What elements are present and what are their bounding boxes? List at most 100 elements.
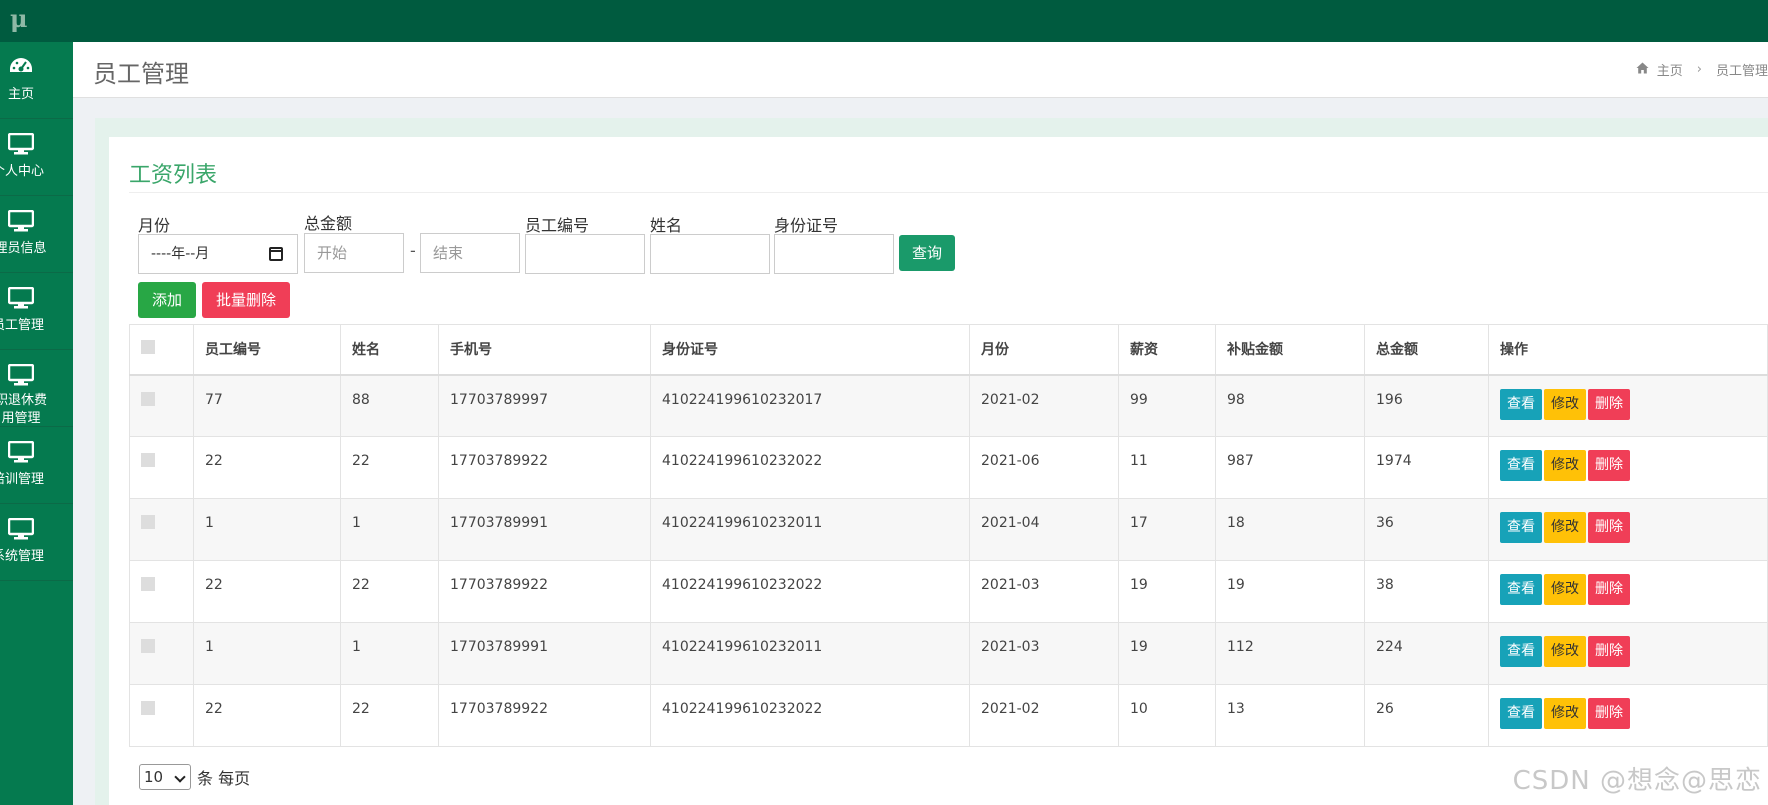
table-cell: 410224199610232017	[650, 374, 970, 437]
view-button[interactable]: 查看	[1500, 512, 1542, 543]
table-row: 77 88 17703789997 410224199610232017 2021-02…	[129, 374, 1768, 437]
id-number-input[interactable]	[774, 234, 894, 274]
table-row: 1 1 17703789991 410224199610232011 2021-03 19…	[129, 622, 1768, 685]
table-cell: 2021-06	[969, 436, 1119, 499]
salary-list-panel: 工资列表 月份 ----年--月 总金额 开始 - 结束 员工编号 姓名 身份证…	[109, 137, 1768, 805]
monitor-icon	[0, 360, 42, 390]
sidebar-item-personal-center[interactable]: 个人中心	[0, 119, 73, 196]
name-input[interactable]	[650, 234, 770, 274]
row-checkbox[interactable]	[141, 577, 155, 591]
total-start-input[interactable]: 开始	[304, 233, 404, 273]
table-row: 22 22 17703789922 410224199610232022 2021-02…	[129, 684, 1768, 747]
month-picker-value: ----年--月	[151, 246, 210, 262]
breadcrumb-current: 员工管理	[1715, 64, 1768, 79]
column-header: 补贴金额	[1215, 324, 1365, 376]
sidebar-item-label: 个人中心	[0, 164, 44, 179]
sidebar-item-home[interactable]: 主页	[0, 42, 73, 119]
table-cell: 77	[193, 374, 341, 437]
delete-button[interactable]: 删除	[1588, 636, 1630, 667]
sidebar-item-label: 培训管理	[0, 472, 44, 487]
watermark: CSDN @想念@思恋	[1512, 766, 1762, 796]
home-icon	[1636, 62, 1649, 78]
view-button[interactable]: 查看	[1500, 574, 1542, 605]
table-row: 22 22 17703789922 410224199610232022 2021-03…	[129, 560, 1768, 623]
sidebar-item-label: 员工管理	[0, 318, 44, 333]
range-dash: -	[410, 241, 416, 260]
table-cell: 17	[1118, 498, 1216, 561]
table-cell: 22	[193, 560, 341, 623]
edit-button[interactable]: 修改	[1544, 450, 1586, 481]
view-button[interactable]: 查看	[1500, 388, 1542, 420]
edit-button[interactable]: 修改	[1544, 698, 1586, 729]
sidebar-item-retirement-fee-management[interactable]: 职退休费用管理	[0, 350, 73, 427]
delete-button[interactable]: 删除	[1588, 574, 1630, 605]
table-cell: 410224199610232011	[650, 622, 970, 685]
table-cell: 17703789922	[438, 560, 651, 623]
add-button[interactable]: 添加	[138, 282, 196, 318]
calendar-icon[interactable]	[269, 247, 283, 261]
select-cell	[129, 560, 194, 623]
delete-button[interactable]: 删除	[1588, 388, 1630, 420]
edit-button[interactable]: 修改	[1544, 388, 1586, 420]
view-button[interactable]: 查看	[1500, 698, 1542, 729]
sidebar-item-system-management[interactable]: 系统管理	[0, 504, 73, 581]
select-cell	[129, 622, 194, 685]
actions-cell: 查看 修改 删除	[1488, 498, 1768, 561]
breadcrumb-home-link[interactable]: 主页	[1657, 60, 1683, 79]
sidebar-item-training-management[interactable]: 培训管理	[0, 427, 73, 504]
table-cell: 22	[340, 560, 439, 623]
table-cell: 410224199610232011	[650, 498, 970, 561]
chevron-right-icon: ›	[1696, 62, 1702, 77]
dashboard-icon	[0, 52, 42, 82]
sidebar-item-label: 职退休费用管理	[0, 393, 47, 426]
delete-button[interactable]: 删除	[1588, 698, 1630, 729]
page-header: 员工管理 主页 › 员工管理	[73, 42, 1768, 98]
sidebar-item-admin-info[interactable]: 管理员信息	[0, 196, 73, 273]
row-checkbox[interactable]	[141, 391, 155, 406]
edit-button[interactable]: 修改	[1544, 636, 1586, 667]
edit-button[interactable]: 修改	[1544, 512, 1586, 543]
table-cell: 112	[1215, 622, 1365, 685]
view-button[interactable]: 查看	[1500, 636, 1542, 667]
select-all-cell	[129, 324, 194, 376]
query-button[interactable]: 查询	[899, 235, 955, 271]
row-checkbox[interactable]	[141, 701, 155, 715]
actions-cell: 查看 修改 删除	[1488, 374, 1768, 437]
actions-cell: 查看 修改 删除	[1488, 622, 1768, 685]
table-header-row: 员工编号 姓名 手机号 身份证号 月份 薪资 补贴金额 总金额 操作	[129, 324, 1768, 376]
table-cell: 2021-04	[969, 498, 1119, 561]
table-cell: 10	[1118, 684, 1216, 747]
edit-button[interactable]: 修改	[1544, 574, 1586, 605]
table-cell: 17703789922	[438, 684, 651, 747]
table-cell: 38	[1364, 560, 1489, 623]
month-picker[interactable]: ----年--月	[138, 234, 298, 274]
delete-button[interactable]: 删除	[1588, 512, 1630, 543]
select-all-checkbox[interactable]	[141, 340, 155, 355]
id-number-label: 身份证号	[774, 216, 839, 235]
batch-delete-button[interactable]: 批量删除	[202, 282, 290, 318]
column-header: 操作	[1488, 324, 1768, 376]
table-cell: 2021-02	[969, 684, 1119, 747]
view-button[interactable]: 查看	[1500, 450, 1542, 481]
monitor-icon	[0, 437, 42, 467]
page-size-select[interactable]: 10	[139, 764, 191, 790]
table-cell: 410224199610232022	[650, 436, 970, 499]
row-checkbox[interactable]	[141, 515, 155, 529]
employee-no-input[interactable]	[525, 234, 645, 274]
row-checkbox[interactable]	[141, 639, 155, 653]
delete-button[interactable]: 删除	[1588, 450, 1630, 481]
name-label: 姓名	[650, 216, 683, 235]
row-checkbox[interactable]	[141, 453, 155, 467]
table-cell: 98	[1215, 374, 1365, 437]
table-cell: 13	[1215, 684, 1365, 747]
table-cell: 22	[340, 684, 439, 747]
sidebar-item-employee-management[interactable]: 员工管理	[0, 273, 73, 350]
total-end-input[interactable]: 结束	[420, 233, 520, 273]
column-header: 姓名	[340, 324, 439, 376]
table-cell: 36	[1364, 498, 1489, 561]
sidebar: 主页 个人中心 管理员信息 员工管理 职退休费用管理 培训管理 系统管理	[0, 42, 73, 805]
select-cell	[129, 374, 194, 437]
total-amount-label: 总金额	[304, 214, 353, 233]
pagination: 10 条 每页	[139, 764, 250, 790]
select-cell	[129, 436, 194, 499]
